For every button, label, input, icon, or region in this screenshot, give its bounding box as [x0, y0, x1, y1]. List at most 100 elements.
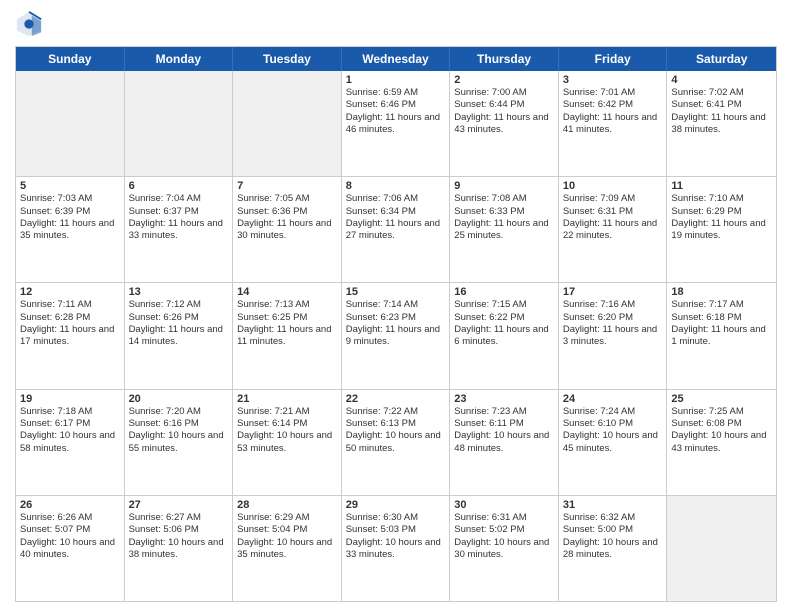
calendar-cell: 22Sunrise: 7:22 AM Sunset: 6:13 PM Dayli… — [342, 390, 451, 495]
day-number: 24 — [563, 393, 663, 405]
calendar-cell — [125, 71, 234, 176]
day-info: Sunrise: 7:05 AM Sunset: 6:36 PM Dayligh… — [237, 193, 337, 242]
calendar-cell: 14Sunrise: 7:13 AM Sunset: 6:25 PM Dayli… — [233, 283, 342, 388]
logo — [15, 10, 47, 38]
calendar-cell: 12Sunrise: 7:11 AM Sunset: 6:28 PM Dayli… — [16, 283, 125, 388]
calendar-cell: 5Sunrise: 7:03 AM Sunset: 6:39 PM Daylig… — [16, 177, 125, 282]
day-number: 23 — [454, 393, 554, 405]
calendar-cell: 6Sunrise: 7:04 AM Sunset: 6:37 PM Daylig… — [125, 177, 234, 282]
day-number: 11 — [671, 180, 772, 192]
day-info: Sunrise: 6:30 AM Sunset: 5:03 PM Dayligh… — [346, 512, 446, 561]
calendar-cell: 13Sunrise: 7:12 AM Sunset: 6:26 PM Dayli… — [125, 283, 234, 388]
day-info: Sunrise: 7:06 AM Sunset: 6:34 PM Dayligh… — [346, 193, 446, 242]
day-number: 2 — [454, 74, 554, 86]
day-number: 14 — [237, 286, 337, 298]
calendar-cell: 11Sunrise: 7:10 AM Sunset: 6:29 PM Dayli… — [667, 177, 776, 282]
calendar-cell: 26Sunrise: 6:26 AM Sunset: 5:07 PM Dayli… — [16, 496, 125, 601]
calendar-cell: 30Sunrise: 6:31 AM Sunset: 5:02 PM Dayli… — [450, 496, 559, 601]
day-number: 4 — [671, 74, 772, 86]
calendar-cell: 17Sunrise: 7:16 AM Sunset: 6:20 PM Dayli… — [559, 283, 668, 388]
day-number: 22 — [346, 393, 446, 405]
day-info: Sunrise: 7:10 AM Sunset: 6:29 PM Dayligh… — [671, 193, 772, 242]
header — [15, 10, 777, 38]
day-info: Sunrise: 7:20 AM Sunset: 6:16 PM Dayligh… — [129, 406, 229, 455]
day-number: 31 — [563, 499, 663, 511]
day-number: 21 — [237, 393, 337, 405]
day-number: 27 — [129, 499, 229, 511]
day-info: Sunrise: 7:21 AM Sunset: 6:14 PM Dayligh… — [237, 406, 337, 455]
day-number: 26 — [20, 499, 120, 511]
calendar-cell: 23Sunrise: 7:23 AM Sunset: 6:11 PM Dayli… — [450, 390, 559, 495]
calendar-cell: 15Sunrise: 7:14 AM Sunset: 6:23 PM Dayli… — [342, 283, 451, 388]
calendar-cell: 28Sunrise: 6:29 AM Sunset: 5:04 PM Dayli… — [233, 496, 342, 601]
day-number: 25 — [671, 393, 772, 405]
day-info: Sunrise: 7:03 AM Sunset: 6:39 PM Dayligh… — [20, 193, 120, 242]
day-info: Sunrise: 7:13 AM Sunset: 6:25 PM Dayligh… — [237, 299, 337, 348]
day-info: Sunrise: 7:18 AM Sunset: 6:17 PM Dayligh… — [20, 406, 120, 455]
calendar-cell: 31Sunrise: 6:32 AM Sunset: 5:00 PM Dayli… — [559, 496, 668, 601]
day-info: Sunrise: 7:14 AM Sunset: 6:23 PM Dayligh… — [346, 299, 446, 348]
calendar-cell — [667, 496, 776, 601]
day-number: 5 — [20, 180, 120, 192]
weekday-header-saturday: Saturday — [667, 47, 776, 71]
day-number: 8 — [346, 180, 446, 192]
day-number: 13 — [129, 286, 229, 298]
day-number: 18 — [671, 286, 772, 298]
day-number: 28 — [237, 499, 337, 511]
day-number: 19 — [20, 393, 120, 405]
calendar-body: 1Sunrise: 6:59 AM Sunset: 6:46 PM Daylig… — [16, 71, 776, 601]
weekday-header-thursday: Thursday — [450, 47, 559, 71]
calendar-cell: 9Sunrise: 7:08 AM Sunset: 6:33 PM Daylig… — [450, 177, 559, 282]
page: SundayMondayTuesdayWednesdayThursdayFrid… — [0, 0, 792, 612]
weekday-header-wednesday: Wednesday — [342, 47, 451, 71]
day-info: Sunrise: 7:09 AM Sunset: 6:31 PM Dayligh… — [563, 193, 663, 242]
day-info: Sunrise: 7:24 AM Sunset: 6:10 PM Dayligh… — [563, 406, 663, 455]
day-number: 12 — [20, 286, 120, 298]
calendar-row-1: 5Sunrise: 7:03 AM Sunset: 6:39 PM Daylig… — [16, 177, 776, 283]
day-info: Sunrise: 6:32 AM Sunset: 5:00 PM Dayligh… — [563, 512, 663, 561]
day-info: Sunrise: 7:17 AM Sunset: 6:18 PM Dayligh… — [671, 299, 772, 348]
day-info: Sunrise: 7:23 AM Sunset: 6:11 PM Dayligh… — [454, 406, 554, 455]
day-info: Sunrise: 6:29 AM Sunset: 5:04 PM Dayligh… — [237, 512, 337, 561]
calendar-cell: 8Sunrise: 7:06 AM Sunset: 6:34 PM Daylig… — [342, 177, 451, 282]
day-number: 10 — [563, 180, 663, 192]
day-info: Sunrise: 7:22 AM Sunset: 6:13 PM Dayligh… — [346, 406, 446, 455]
calendar-cell: 1Sunrise: 6:59 AM Sunset: 6:46 PM Daylig… — [342, 71, 451, 176]
calendar-cell: 27Sunrise: 6:27 AM Sunset: 5:06 PM Dayli… — [125, 496, 234, 601]
day-number: 6 — [129, 180, 229, 192]
calendar-cell: 16Sunrise: 7:15 AM Sunset: 6:22 PM Dayli… — [450, 283, 559, 388]
calendar-cell — [16, 71, 125, 176]
calendar-header-row: SundayMondayTuesdayWednesdayThursdayFrid… — [16, 47, 776, 71]
calendar-cell: 20Sunrise: 7:20 AM Sunset: 6:16 PM Dayli… — [125, 390, 234, 495]
weekday-header-monday: Monday — [125, 47, 234, 71]
day-info: Sunrise: 7:02 AM Sunset: 6:41 PM Dayligh… — [671, 87, 772, 136]
day-info: Sunrise: 7:11 AM Sunset: 6:28 PM Dayligh… — [20, 299, 120, 348]
day-info: Sunrise: 7:25 AM Sunset: 6:08 PM Dayligh… — [671, 406, 772, 455]
day-info: Sunrise: 7:01 AM Sunset: 6:42 PM Dayligh… — [563, 87, 663, 136]
weekday-header-sunday: Sunday — [16, 47, 125, 71]
calendar-cell — [233, 71, 342, 176]
day-info: Sunrise: 6:59 AM Sunset: 6:46 PM Dayligh… — [346, 87, 446, 136]
calendar-cell: 3Sunrise: 7:01 AM Sunset: 6:42 PM Daylig… — [559, 71, 668, 176]
day-number: 20 — [129, 393, 229, 405]
day-info: Sunrise: 6:26 AM Sunset: 5:07 PM Dayligh… — [20, 512, 120, 561]
day-number: 17 — [563, 286, 663, 298]
calendar-cell: 18Sunrise: 7:17 AM Sunset: 6:18 PM Dayli… — [667, 283, 776, 388]
day-number: 15 — [346, 286, 446, 298]
day-number: 29 — [346, 499, 446, 511]
calendar: SundayMondayTuesdayWednesdayThursdayFrid… — [15, 46, 777, 602]
calendar-row-3: 19Sunrise: 7:18 AM Sunset: 6:17 PM Dayli… — [16, 390, 776, 496]
day-number: 3 — [563, 74, 663, 86]
calendar-cell: 19Sunrise: 7:18 AM Sunset: 6:17 PM Dayli… — [16, 390, 125, 495]
weekday-header-tuesday: Tuesday — [233, 47, 342, 71]
day-number: 30 — [454, 499, 554, 511]
calendar-row-4: 26Sunrise: 6:26 AM Sunset: 5:07 PM Dayli… — [16, 496, 776, 601]
logo-icon — [15, 10, 43, 38]
day-info: Sunrise: 6:27 AM Sunset: 5:06 PM Dayligh… — [129, 512, 229, 561]
day-info: Sunrise: 7:00 AM Sunset: 6:44 PM Dayligh… — [454, 87, 554, 136]
day-info: Sunrise: 7:16 AM Sunset: 6:20 PM Dayligh… — [563, 299, 663, 348]
calendar-cell: 2Sunrise: 7:00 AM Sunset: 6:44 PM Daylig… — [450, 71, 559, 176]
calendar-cell: 21Sunrise: 7:21 AM Sunset: 6:14 PM Dayli… — [233, 390, 342, 495]
day-info: Sunrise: 6:31 AM Sunset: 5:02 PM Dayligh… — [454, 512, 554, 561]
calendar-row-2: 12Sunrise: 7:11 AM Sunset: 6:28 PM Dayli… — [16, 283, 776, 389]
